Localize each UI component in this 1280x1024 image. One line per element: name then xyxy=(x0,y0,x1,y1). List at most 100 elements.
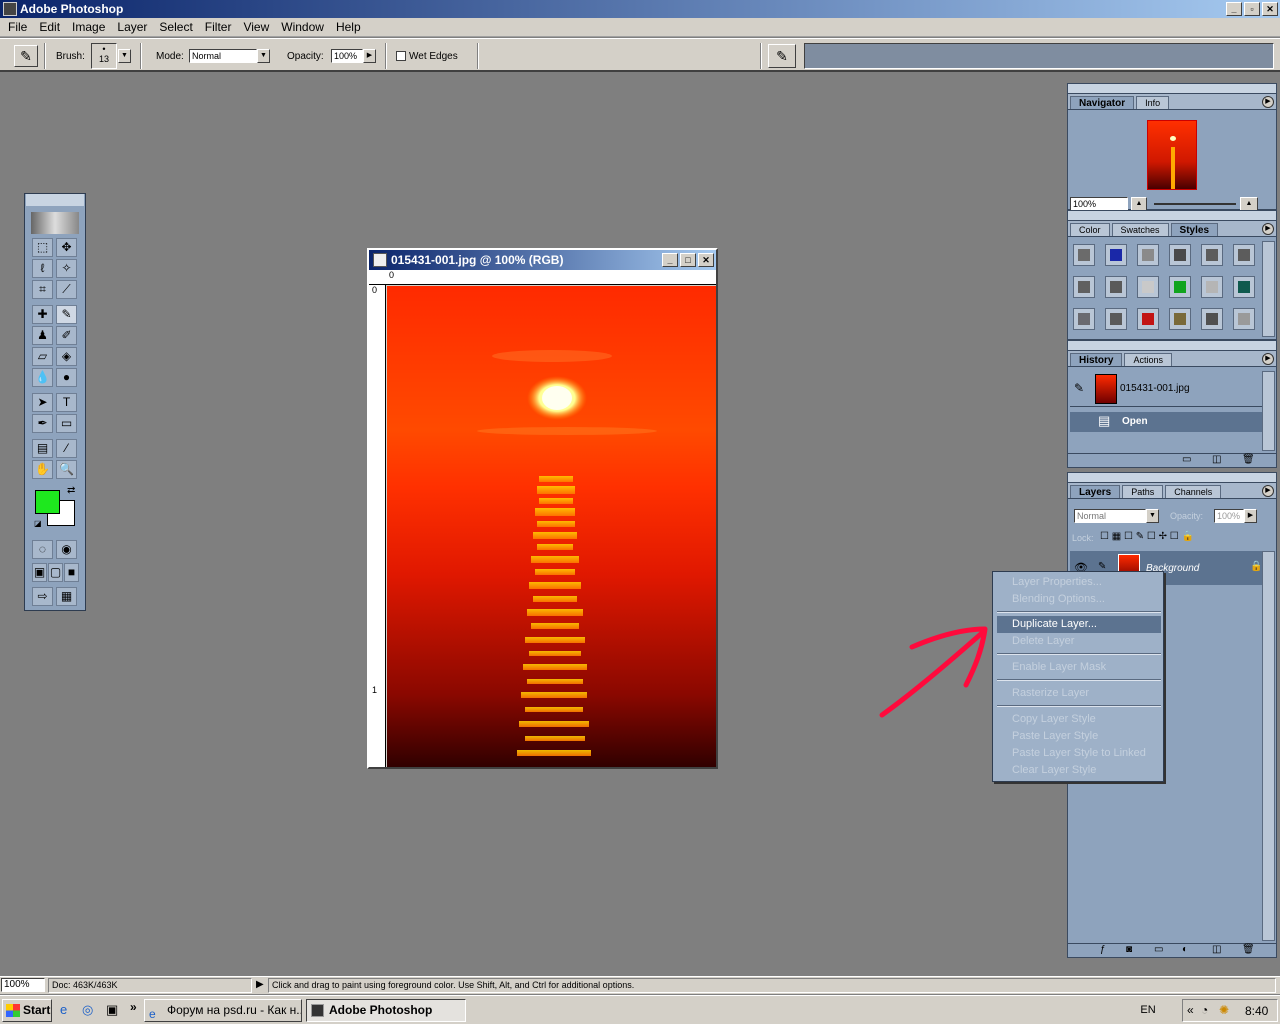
imageready-icon[interactable]: ▦ xyxy=(56,587,77,606)
style-swatch[interactable] xyxy=(1073,244,1095,266)
menu-duplicate-layer[interactable]: Duplicate Layer... xyxy=(997,616,1161,633)
new-layer-icon[interactable]: ◫ xyxy=(1212,944,1221,955)
menu-window[interactable]: Window xyxy=(275,20,330,34)
canvas-sunset-image[interactable] xyxy=(387,286,716,767)
layers-scrollbar[interactable] xyxy=(1262,551,1275,941)
history-snapshot-row[interactable]: ✎ 015431-001.jpg xyxy=(1070,371,1262,407)
style-swatch[interactable] xyxy=(1073,276,1095,298)
ie-quicklaunch-icon[interactable]: e xyxy=(60,1002,67,1017)
layer-blend-mode-select[interactable]: Normal xyxy=(1074,509,1146,523)
style-swatch[interactable] xyxy=(1201,308,1223,330)
lock-transparency-icon[interactable]: ☐ ▦ ☐ ✎ ☐ ✢ ☐ 🔒 xyxy=(1100,531,1194,542)
minimize-button[interactable]: _ xyxy=(1226,2,1242,16)
type-tool-icon[interactable]: T xyxy=(56,393,77,412)
history-menu-icon[interactable]: ▶ xyxy=(1262,353,1274,365)
notes-tool-icon[interactable]: ▤ xyxy=(32,439,53,458)
adjustment-layer-icon[interactable]: ◐ xyxy=(1182,944,1188,955)
opacity-input[interactable]: 100% xyxy=(331,49,363,63)
zoom-in-icon[interactable]: ▲ xyxy=(1240,197,1258,211)
lasso-tool-icon[interactable]: ℓ xyxy=(32,259,53,278)
quicklaunch-more-icon[interactable]: » xyxy=(130,1000,137,1014)
styles-palette-header[interactable] xyxy=(1068,211,1276,221)
outlook-quicklaunch-icon[interactable]: ◎ xyxy=(82,1002,93,1018)
history-brush-source-icon[interactable]: ✎ xyxy=(1074,381,1084,395)
horizontal-ruler[interactable]: 0 xyxy=(369,270,716,285)
menu-select[interactable]: Select xyxy=(153,20,198,34)
move-tool-icon[interactable]: ✥ xyxy=(56,238,77,257)
layer-trash-icon[interactable]: 🗑 xyxy=(1242,944,1255,955)
history-trash-icon[interactable]: 🗑 xyxy=(1242,454,1255,465)
layer-opacity-input[interactable]: 100% xyxy=(1214,509,1244,523)
menu-filter[interactable]: Filter xyxy=(199,20,238,34)
jump-to-imageready-icon[interactable]: ⇨ xyxy=(32,587,53,606)
style-swatch[interactable] xyxy=(1201,276,1223,298)
style-swatch[interactable] xyxy=(1201,244,1223,266)
mode-dropdown-arrow[interactable]: ▼ xyxy=(257,49,270,63)
layers-palette-header[interactable] xyxy=(1068,473,1276,483)
zoom-tool-icon[interactable]: 🔍 xyxy=(56,460,77,479)
style-swatch[interactable] xyxy=(1169,276,1191,298)
style-swatch[interactable] xyxy=(1233,244,1255,266)
brush-picker[interactable]: • 13 xyxy=(91,43,117,69)
taskbar-task-forum[interactable]: e Форум на psd.ru - Как н... xyxy=(144,999,302,1022)
navigator-zoom-slider[interactable] xyxy=(1154,203,1236,205)
layer-style-icon[interactable]: ƒ xyxy=(1100,944,1106,955)
full-screen-menu-mode-icon[interactable]: ▢ xyxy=(48,563,63,582)
tab-actions[interactable]: Actions xyxy=(1124,353,1172,366)
tray-app-icon[interactable]: ✺ xyxy=(1219,1003,1229,1017)
style-swatch[interactable] xyxy=(1073,308,1095,330)
vertical-ruler[interactable]: 0 1 xyxy=(369,285,386,767)
brush-presets-icon[interactable]: ✎ xyxy=(768,44,796,68)
style-swatch[interactable] xyxy=(1137,276,1159,298)
doc-minimize-button[interactable]: _ xyxy=(662,253,678,267)
wet-edges-checkbox[interactable] xyxy=(396,51,406,61)
full-screen-mode-icon[interactable]: ■ xyxy=(64,563,79,582)
new-document-icon[interactable]: ▭ xyxy=(1182,454,1191,465)
style-swatch[interactable] xyxy=(1137,308,1159,330)
navigator-menu-icon[interactable]: ▶ xyxy=(1262,96,1274,108)
toolbox-header[interactable] xyxy=(26,194,84,206)
healing-brush-tool-icon[interactable]: ✚ xyxy=(32,305,53,324)
start-button[interactable]: Start xyxy=(2,999,52,1022)
tab-color[interactable]: Color xyxy=(1070,223,1110,236)
tray-network-icon[interactable]: ◔ xyxy=(1201,1003,1208,1017)
swap-colors-icon[interactable]: ⇄ xyxy=(67,485,75,496)
pen-tool-icon[interactable]: ✒ xyxy=(32,414,53,433)
foreground-color-swatch[interactable] xyxy=(35,490,60,514)
menu-edit[interactable]: Edit xyxy=(33,20,66,34)
blur-tool-icon[interactable]: 💧 xyxy=(32,368,53,387)
tab-history[interactable]: History xyxy=(1070,353,1123,366)
restore-button[interactable]: ▫ xyxy=(1244,2,1260,16)
default-colors-icon[interactable]: ◪ xyxy=(34,519,42,528)
standard-mode-icon[interactable]: ◌ xyxy=(32,540,53,559)
eraser-tool-icon[interactable]: ▱ xyxy=(32,347,53,366)
quick-mask-mode-icon[interactable]: ◉ xyxy=(56,540,77,559)
brush-tool-icon[interactable]: ✎ xyxy=(56,305,77,324)
history-step-open[interactable]: ▤ Open xyxy=(1070,412,1262,432)
menu-layer[interactable]: Layer xyxy=(111,20,153,34)
style-swatch[interactable] xyxy=(1105,276,1127,298)
magic-wand-tool-icon[interactable]: ✧ xyxy=(56,259,77,278)
layer-mask-icon[interactable]: ◙ xyxy=(1126,944,1132,955)
tab-paths[interactable]: Paths xyxy=(1122,485,1164,498)
style-swatch[interactable] xyxy=(1169,308,1191,330)
styles-menu-icon[interactable]: ▶ xyxy=(1262,223,1274,235)
language-indicator[interactable]: EN xyxy=(1136,999,1160,1022)
marquee-tool-icon[interactable]: ⬚ xyxy=(32,238,53,257)
tab-swatches[interactable]: Swatches xyxy=(1111,223,1169,236)
desktop-quicklaunch-icon[interactable]: ▣ xyxy=(106,1002,118,1018)
tool-preset-brush-icon[interactable]: ✎ xyxy=(14,45,38,67)
menu-view[interactable]: View xyxy=(237,20,275,34)
navigator-zoom-input[interactable]: 100% xyxy=(1070,197,1128,211)
tab-layers[interactable]: Layers xyxy=(1070,485,1121,498)
tab-info[interactable]: Info xyxy=(1136,96,1170,109)
tab-styles[interactable]: Styles xyxy=(1170,223,1219,236)
style-swatch[interactable] xyxy=(1233,276,1255,298)
history-brush-tool-icon[interactable]: ✐ xyxy=(56,326,77,345)
style-swatch[interactable] xyxy=(1233,308,1255,330)
close-button[interactable]: ✕ xyxy=(1262,2,1278,16)
palette-well[interactable] xyxy=(804,43,1274,69)
blend-mode-arrow[interactable]: ▼ xyxy=(1146,509,1159,523)
menu-help[interactable]: Help xyxy=(330,20,367,34)
hand-tool-icon[interactable]: ✋ xyxy=(32,460,53,479)
